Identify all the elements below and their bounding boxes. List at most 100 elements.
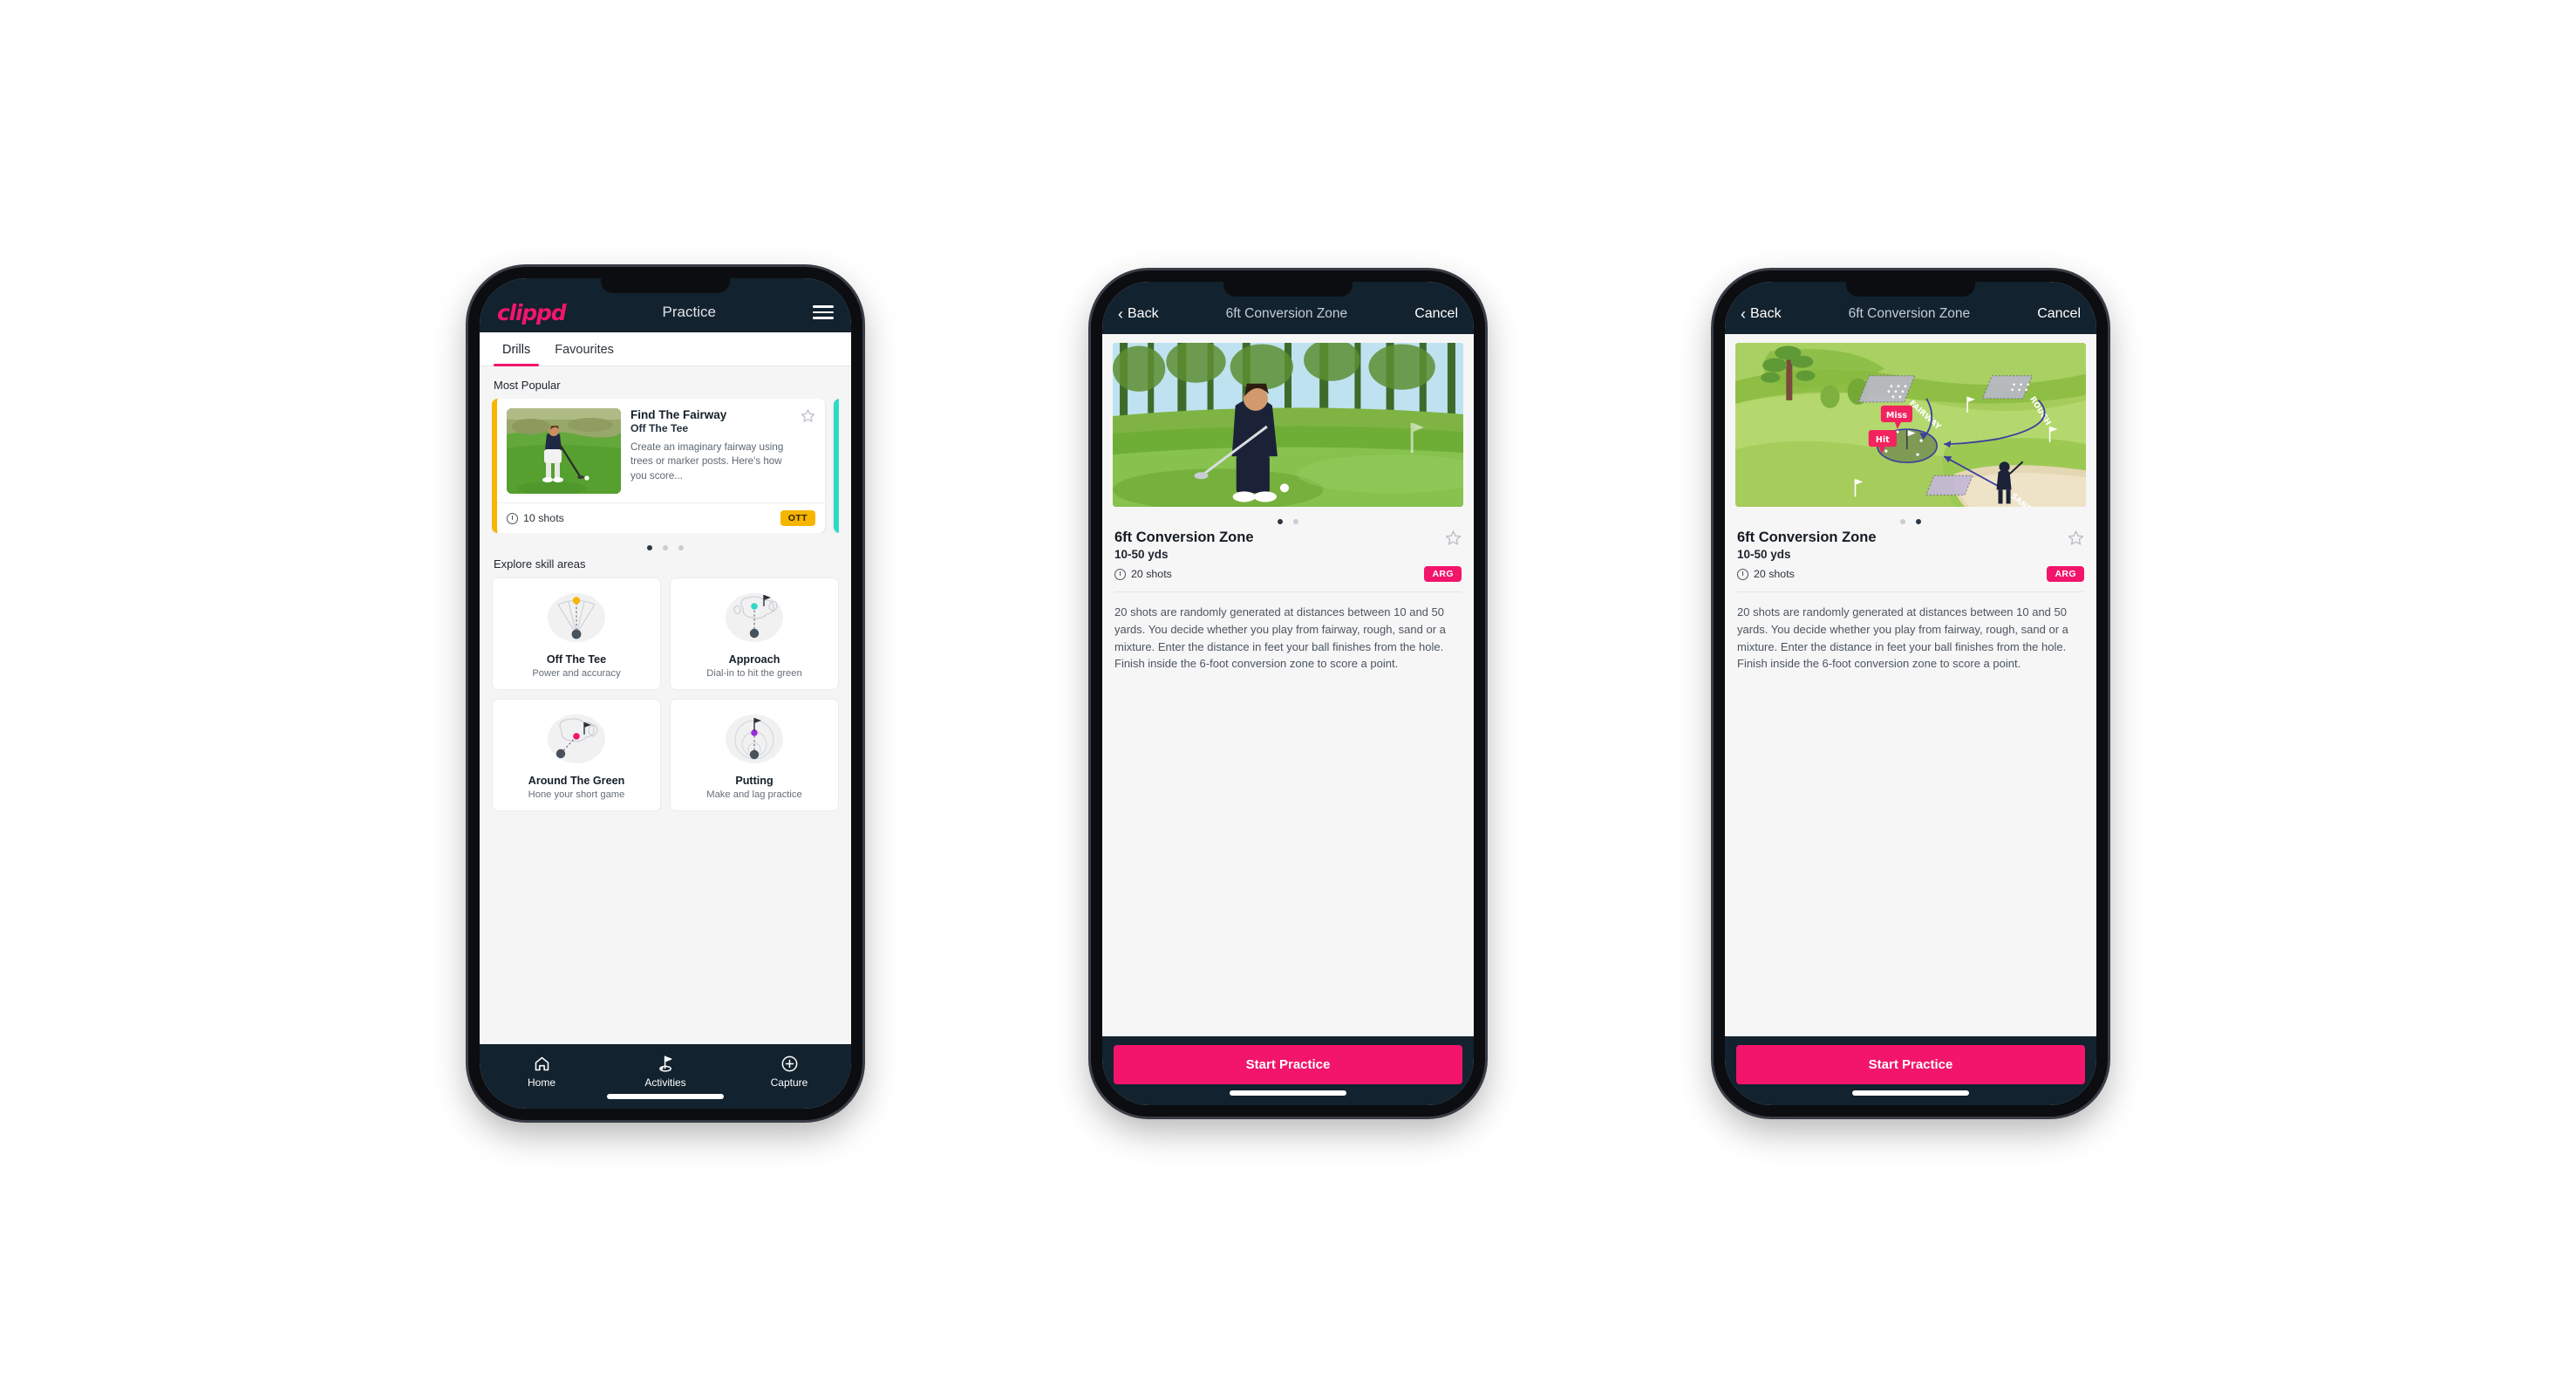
drill-shots: 10 shots	[507, 512, 564, 524]
drill-card-next-peek[interactable]	[834, 399, 839, 533]
tab-activities-label: Activities	[644, 1076, 686, 1089]
skill-desc: Make and lag practice	[706, 789, 802, 800]
start-practice-button[interactable]: Start Practice	[1736, 1045, 2085, 1084]
skill-card-putting[interactable]: Putting Make and lag practice	[670, 699, 839, 811]
carousel-dots[interactable]	[1735, 507, 2086, 528]
phone1-screen: clippd Practice Drills Favourites Most P…	[480, 278, 851, 1109]
drill-description: Create an imaginary fairway using trees …	[630, 441, 784, 482]
back-label: Back	[1750, 306, 1782, 321]
golf-flag-icon	[603, 1053, 727, 1074]
detail-shots: 20 shots	[1737, 568, 1795, 580]
carousel-dot[interactable]	[663, 545, 668, 550]
hero-photo[interactable]	[1113, 343, 1463, 507]
carousel-dot[interactable]	[1916, 519, 1921, 524]
phone-notch	[1846, 282, 1975, 297]
status-badge: ARG	[2047, 566, 2084, 582]
carousel-dot[interactable]	[1278, 519, 1283, 524]
skill-name: Approach	[728, 653, 780, 666]
cancel-button[interactable]: Cancel	[2037, 306, 2081, 322]
tab-favourites-label: Favourites	[555, 343, 614, 357]
star-outline-icon[interactable]	[1445, 530, 1462, 549]
phone3-screen: ‹ Back 6ft Conversion Zone Cancel FAIRWA…	[1725, 282, 2096, 1105]
drill-card-footer: 10 shots OTT	[497, 502, 825, 533]
nav-title: 6ft Conversion Zone	[1848, 306, 1971, 321]
skill-name: Around The Green	[528, 775, 625, 787]
chevron-left-icon: ‹	[1118, 305, 1123, 323]
home-indicator	[1230, 1090, 1346, 1096]
tab-home-label: Home	[527, 1076, 555, 1089]
carousel-dot[interactable]	[678, 545, 684, 550]
clock-icon	[507, 512, 518, 524]
green-approach-icon	[676, 589, 833, 646]
detail-scroll-area: 6ft Conversion Zone 10-50 yds 20 shots A…	[1102, 334, 1474, 1036]
chevron-left-icon: ‹	[1741, 305, 1746, 323]
detail-yardage: 10-50 yds	[1114, 548, 1169, 561]
star-outline-icon[interactable]	[2068, 530, 2084, 549]
tab-favourites[interactable]: Favourites	[544, 332, 624, 366]
tee-fan-icon	[498, 589, 655, 646]
hero-illustration[interactable]: FAIRWAY ROUGH SAND Miss Hit	[1735, 343, 2086, 507]
tab-drills-label: Drills	[502, 343, 531, 357]
tab-capture[interactable]: Capture	[727, 1053, 851, 1089]
back-button[interactable]: ‹ Back	[1118, 306, 1159, 322]
detail-yardage: 10-50 yds	[1737, 548, 1791, 561]
drill-carousel[interactable]: Find The Fairway Off The Tee Create an i…	[492, 399, 839, 533]
skill-desc: Hone your short game	[528, 789, 625, 800]
cancel-button[interactable]: Cancel	[1414, 306, 1458, 322]
clock-icon	[1114, 568, 1126, 580]
drill-category: Off The Tee	[630, 422, 689, 434]
skill-desc: Power and accuracy	[532, 668, 621, 679]
skill-name: Putting	[735, 775, 773, 787]
skill-card-around-the-green[interactable]: Around The Green Hone your short game	[492, 699, 661, 811]
drill-shots-label: 10 shots	[523, 512, 564, 524]
phone-mockup-detail-photo: ‹ Back 6ft Conversion Zone Cancel 6ft Co…	[1091, 270, 1485, 1117]
back-button[interactable]: ‹ Back	[1741, 306, 1782, 322]
hamburger-icon[interactable]	[813, 305, 834, 319]
drill-card[interactable]: Find The Fairway Off The Tee Create an i…	[492, 399, 825, 533]
start-practice-button[interactable]: Start Practice	[1114, 1045, 1462, 1084]
tab-drills[interactable]: Drills	[492, 332, 541, 366]
detail-title: 6ft Conversion Zone	[1114, 530, 1254, 545]
detail-shots: 20 shots	[1114, 568, 1172, 580]
skill-card-off-the-tee[interactable]: Off The Tee Power and accuracy	[492, 577, 661, 690]
detail-scroll-area: FAIRWAY ROUGH SAND Miss Hit 6ft Conversi…	[1725, 334, 2096, 1036]
drill-info: Find The Fairway Off The Tee Create an i…	[630, 408, 791, 494]
carousel-dots[interactable]	[492, 533, 839, 554]
tab-capture-label: Capture	[770, 1076, 808, 1089]
tab-activities[interactable]: Activities	[603, 1053, 727, 1089]
detail-title: 6ft Conversion Zone	[1737, 530, 1877, 545]
chip-green-icon	[498, 710, 655, 768]
hit-pin-label: Hit	[1876, 435, 1890, 445]
clippd-logo: clippd	[497, 299, 567, 325]
drill-title: Find The Fairway	[630, 408, 727, 421]
phone2-screen: ‹ Back 6ft Conversion Zone Cancel 6ft Co…	[1102, 282, 1474, 1105]
phone-notch	[1223, 282, 1353, 297]
phone-notch	[601, 278, 730, 293]
detail-description: 20 shots are randomly generated at dista…	[1737, 605, 2068, 671]
carousel-dot[interactable]	[1293, 519, 1298, 524]
carousel-dot[interactable]	[1900, 519, 1905, 524]
practice-scroll-area: Most Popular Find The Fairway Off The Te…	[480, 366, 851, 1044]
carousel-dot[interactable]	[647, 545, 652, 550]
status-badge: OTT	[780, 510, 815, 526]
skill-area-grid: Off The Tee Power and accuracy Approach …	[492, 577, 839, 811]
nav-title: 6ft Conversion Zone	[1225, 306, 1348, 321]
skill-card-approach[interactable]: Approach Dial-in to hit the green	[670, 577, 839, 690]
star-outline-icon[interactable]	[801, 408, 815, 494]
home-indicator	[1852, 1090, 1969, 1096]
home-indicator	[607, 1094, 724, 1099]
phone-mockup-detail-illustration: ‹ Back 6ft Conversion Zone Cancel FAIRWA…	[1714, 270, 2108, 1117]
plus-circle-icon	[727, 1053, 851, 1074]
carousel-dots[interactable]	[1113, 507, 1463, 528]
status-badge: ARG	[1424, 566, 1462, 582]
home-icon	[480, 1053, 603, 1074]
detail-header: 6ft Conversion Zone 10-50 yds	[1113, 528, 1463, 561]
putting-rings-icon	[676, 710, 833, 768]
detail-shots-label: 20 shots	[1131, 568, 1172, 580]
drill-thumbnail	[507, 408, 621, 494]
tab-home[interactable]: Home	[480, 1053, 603, 1089]
phone-mockup-practice: clippd Practice Drills Favourites Most P…	[468, 267, 862, 1120]
drill-card-top: Find The Fairway Off The Tee Create an i…	[497, 399, 825, 502]
back-label: Back	[1128, 306, 1159, 321]
detail-meta-row: 20 shots ARG	[1113, 561, 1463, 582]
